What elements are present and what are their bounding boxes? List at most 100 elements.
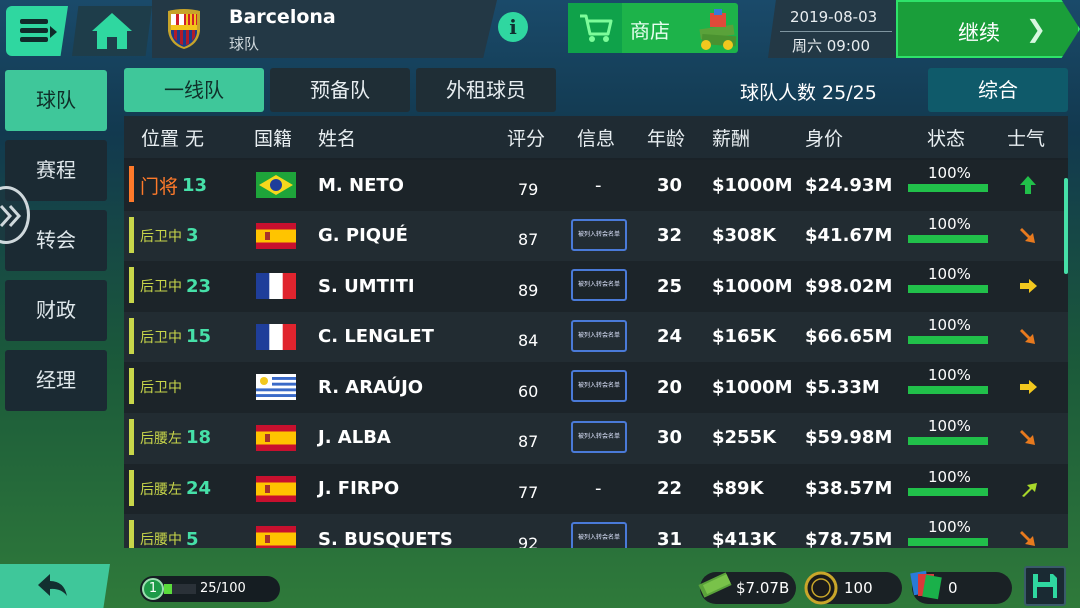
player-wage: $89K xyxy=(712,478,764,500)
player-rating: 87 xyxy=(518,432,539,452)
player-condition: 100% xyxy=(908,314,988,358)
column-header-nationality[interactable]: 国籍 xyxy=(254,124,292,151)
column-header-value[interactable]: 身价 xyxy=(805,124,843,151)
morale-up-arrow-icon xyxy=(1020,176,1036,194)
column-header-age[interactable]: 年龄 xyxy=(647,124,685,151)
table-row[interactable]: 后卫中 15 C. LENGLET 84 被列入转会名单 24 $165K $66… xyxy=(124,311,1068,363)
player-value: $98.02M xyxy=(805,275,893,297)
morale-down-right-arrow-icon xyxy=(1020,429,1035,445)
table-row[interactable]: 门将 13 M. NETO 79 - 30 $1000M $24.93M 100% xyxy=(124,160,1068,211)
player-name[interactable]: C. LENGLET xyxy=(318,312,434,362)
coins-display[interactable]: 100 xyxy=(804,571,902,605)
tab-loaned-players[interactable]: 外租球员 xyxy=(416,68,556,112)
condition-value: 100% xyxy=(928,416,971,435)
squad-tabs: 一线队 预备队 外租球员 球队人数 25/25 综合 xyxy=(124,68,1070,112)
transfer-listed-tag[interactable]: 被列入转会名单 xyxy=(571,218,627,251)
condition-fill xyxy=(908,538,988,547)
table-row[interactable]: 后卫中 3 G. PIQUÉ 87 被列入转会名单 32 $308K $41.67… xyxy=(124,210,1068,262)
player-rating: 79 xyxy=(518,179,539,199)
column-header-rating[interactable]: 评分 xyxy=(507,124,545,151)
xp-text: 25/100 xyxy=(200,581,246,596)
france-flag-icon xyxy=(256,323,296,350)
player-name[interactable]: S. BUSQUETS xyxy=(318,514,453,548)
menu-arrow-icon xyxy=(50,26,57,38)
menu-icon xyxy=(20,19,48,24)
column-header-condition[interactable]: 状态 xyxy=(927,124,965,151)
brazil-flag-icon xyxy=(256,172,296,198)
column-header-name[interactable]: 姓名 xyxy=(318,124,356,151)
menu-icon-bar-2 xyxy=(20,28,48,33)
table-row[interactable]: 后卫中 R. ARAÚJO 60 被列入转会名单 20 $1000M $5.33… xyxy=(124,362,1068,413)
player-condition: 100% xyxy=(908,364,988,408)
condition-value: 100% xyxy=(928,164,971,182)
tab-reserves[interactable]: 预备队 xyxy=(270,68,410,112)
column-header-morale[interactable]: 士气 xyxy=(1007,124,1045,151)
player-name[interactable]: J. FIRPO xyxy=(318,464,399,514)
save-icon xyxy=(1033,574,1057,598)
condition-bar xyxy=(908,487,988,496)
cash-display[interactable]: $7.07B xyxy=(698,572,796,604)
position-bar xyxy=(129,368,134,405)
player-age: 24 xyxy=(657,326,683,348)
condition-bar xyxy=(908,335,988,344)
top-bar: Barcelona 球队 i 商店 2019-08-03 周六 09:00 继续… xyxy=(0,0,1080,62)
tab-label: 外租球员 xyxy=(446,78,526,102)
xp-fill xyxy=(164,584,172,594)
info-button[interactable]: i xyxy=(498,12,528,42)
shop-button[interactable]: 商店 xyxy=(568,3,738,53)
column-header-info[interactable]: 信息 xyxy=(577,124,615,151)
player-cards-icon xyxy=(910,570,942,600)
transfer-listed-tag[interactable]: 被列入转会名单 xyxy=(571,370,627,403)
position-bar xyxy=(129,166,134,202)
table-row[interactable]: 后腰左 24 J. FIRPO 77 - 22 $89K $38.57M 100% xyxy=(124,463,1068,515)
cards-display[interactable]: 0 xyxy=(910,570,1012,604)
player-position: 后腰左 18 xyxy=(140,413,211,463)
position-label: 后卫中 xyxy=(140,228,182,245)
level-badge: 1 xyxy=(142,578,164,600)
shirt-number: 23 xyxy=(186,275,212,297)
player-name[interactable]: J. ALBA xyxy=(318,413,391,463)
player-name[interactable]: G. PIQUÉ xyxy=(318,211,408,261)
sidebar-item-finance[interactable]: 财政 xyxy=(5,280,107,341)
player-name[interactable]: R. ARAÚJO xyxy=(318,362,423,412)
condition-fill xyxy=(908,285,988,294)
table-row[interactable]: 后腰中 5 S. BUSQUETS 92 被列入转会名单 31 $413K $78… xyxy=(124,514,1068,548)
sidebar-item-team[interactable]: 球队 xyxy=(5,70,107,131)
bottom-bar: 1 25/100 $7.07B 100 0 xyxy=(0,562,1080,608)
sidebar-item-manager[interactable]: 经理 xyxy=(5,350,107,411)
transfer-listed-tag[interactable]: 被列入转会名单 xyxy=(571,522,627,548)
player-name[interactable]: M. NETO xyxy=(318,160,404,210)
condition-bar xyxy=(908,386,988,395)
team-header: Barcelona 球队 xyxy=(152,0,497,58)
player-age: 22 xyxy=(657,478,683,500)
overview-button[interactable]: 综合 xyxy=(928,68,1068,112)
team-subtitle: 球队 xyxy=(229,35,260,53)
column-header-position[interactable]: 位置 无 xyxy=(141,124,204,151)
continue-button[interactable]: 继续 ❯ xyxy=(896,0,1080,58)
menu-button[interactable] xyxy=(6,6,68,56)
home-button[interactable] xyxy=(72,6,152,56)
player-rating: 87 xyxy=(518,230,539,250)
table-header: 位置 无 国籍 姓名 评分 信息 年龄 薪酬 身价 状态 士气 xyxy=(124,116,1068,158)
table-row[interactable]: 后卫中 23 S. UMTITI 89 被列入转会名单 25 $1000M $98… xyxy=(124,261,1068,312)
table-row[interactable]: 后腰左 18 J. ALBA 87 被列入转会名单 30 $255K $59.98… xyxy=(124,412,1068,464)
morale-down-right-arrow-icon xyxy=(1020,531,1035,547)
shirt-number: 5 xyxy=(186,528,199,548)
column-header-wage[interactable]: 薪酬 xyxy=(712,124,750,151)
player-position: 后卫中 23 xyxy=(140,261,211,311)
shirt-number: 18 xyxy=(186,427,212,449)
player-condition: 100% xyxy=(908,516,988,548)
player-name[interactable]: S. UMTITI xyxy=(318,261,415,311)
transfer-listed-tag[interactable]: 被列入转会名单 xyxy=(571,269,627,302)
save-button[interactable] xyxy=(1024,566,1066,606)
back-button[interactable] xyxy=(0,564,110,608)
tab-first-team[interactable]: 一线队 xyxy=(124,68,264,112)
player-value: $24.93M xyxy=(805,174,893,196)
transfer-listed-tag[interactable]: 被列入转会名单 xyxy=(571,319,627,352)
player-value: $38.57M xyxy=(805,478,893,500)
table-scrollbar[interactable] xyxy=(1064,178,1068,274)
condition-bar xyxy=(908,436,988,445)
menu-icon-bar-3 xyxy=(20,37,48,42)
transfer-listed-tag[interactable]: 被列入转会名单 xyxy=(571,420,627,453)
player-wage: $308K xyxy=(712,225,777,247)
